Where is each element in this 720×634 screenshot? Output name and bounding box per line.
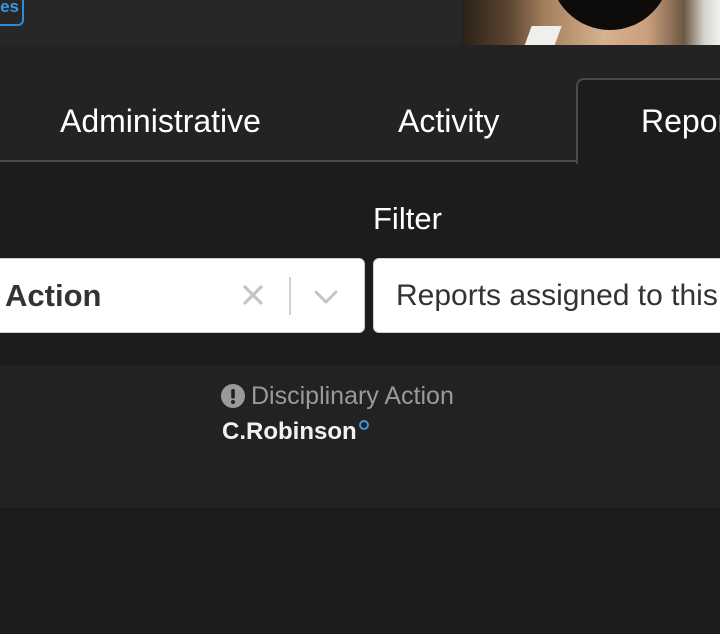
report-filter-input[interactable] [374, 259, 720, 332]
report-type-select-value: Action [5, 278, 102, 313]
top-bar: es [0, 0, 720, 45]
select-separator [289, 277, 291, 315]
tab-divider [0, 160, 577, 162]
tab-administrative[interactable]: Administrative [60, 103, 261, 139]
tab-activity[interactable]: Activity [398, 103, 499, 139]
close-icon[interactable] [239, 281, 267, 309]
role-badge-label: es [0, 0, 19, 16]
list-item-user[interactable]: C.Robinson [222, 418, 369, 446]
chevron-down-icon[interactable] [311, 283, 341, 311]
role-badge[interactable]: es [0, 0, 24, 26]
report-user-name: C.Robinson [222, 418, 357, 445]
status-dot-icon [358, 420, 369, 430]
alert-icon [221, 384, 245, 408]
list-item-type[interactable]: Disciplinary Action [221, 382, 454, 410]
tab-reports[interactable]: Reports [641, 103, 720, 139]
filter-heading: Filter [373, 201, 442, 236]
profile-photo[interactable] [462, 0, 720, 45]
report-filter-field[interactable] [373, 258, 720, 333]
report-type-select[interactable]: Action [0, 258, 365, 333]
report-type-label: Disciplinary Action [251, 381, 454, 410]
